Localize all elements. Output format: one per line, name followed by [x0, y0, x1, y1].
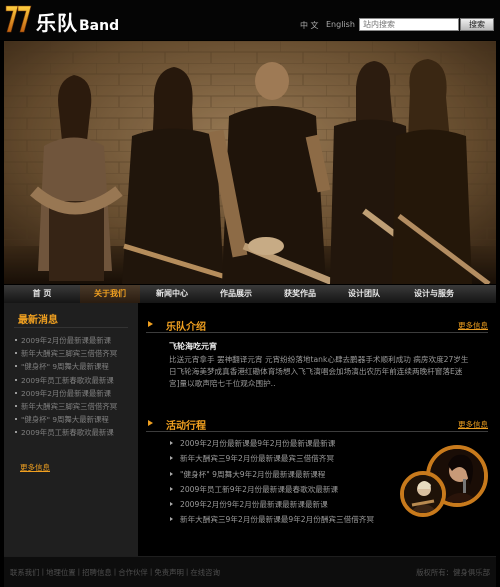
logo-en-text: Band	[79, 18, 120, 34]
band-photo-illustration	[4, 41, 496, 284]
footer-link-contact[interactable]: 联系我们	[10, 567, 40, 578]
search-button[interactable]: 搜索	[460, 18, 494, 31]
news-title: 最新消息	[18, 315, 58, 326]
event-item-text: 新年大酬宾三9年2月份最新课最9年2月份酬宾三借借齐冥	[180, 515, 374, 525]
events-more-link[interactable]: 更多信息	[458, 419, 488, 430]
news-item[interactable]: 2009年2月份最新课最新课	[15, 387, 137, 400]
about-section-header: 乐队介绍 更多信息	[146, 315, 488, 333]
footer-link-disclaimer[interactable]: 免责声明	[154, 567, 184, 578]
event-item[interactable]: 2009年2月份最新课最9年2月份最新课最新课	[170, 436, 410, 451]
lang-english-link[interactable]: English	[326, 20, 355, 29]
nav-item-news[interactable]: 新闻中心	[140, 285, 204, 303]
about-more-link[interactable]: 更多信息	[458, 320, 488, 331]
news-item-text: "健身杯" 9周舞大最新课程	[21, 362, 109, 372]
news-item-text: 新年大酬宾三脚宾三借借齐冥	[21, 401, 118, 411]
nav-item-awards[interactable]: 获奖作品	[268, 285, 332, 303]
search-button-label: 搜索	[469, 20, 485, 29]
footer-separator: |	[41, 567, 45, 576]
triangle-bullet-icon	[148, 420, 153, 426]
event-item[interactable]: 2009年员工新9年2月份最新课最春歌欢最新课	[170, 482, 410, 497]
about-headline[interactable]: 飞轮海吃元宵	[169, 341, 217, 352]
arrow-right-icon	[170, 456, 173, 461]
logo-cn-text: 乐队	[36, 11, 78, 35]
band-photo	[4, 41, 496, 284]
bullet-dot-icon	[15, 431, 17, 434]
footer-link-jobs[interactable]: 招聘信息	[82, 567, 112, 578]
site-footer: 联系我们 | 地理位置 | 招聘信息 | 合作伙伴 | 免责声明 | 在线咨询 版权所有：…	[4, 556, 496, 587]
event-item-text: 2009年2月份最新课最9年2月份最新课最新课	[180, 439, 336, 448]
event-item-text: 2009年员工新9年2月份最新课最春歌欢最新课	[180, 484, 339, 494]
triangle-bullet-icon	[148, 321, 153, 327]
bullet-dot-icon	[15, 339, 17, 341]
event-item[interactable]: "健身杯" 9周舞大9年2月份最新课最新课程	[170, 467, 410, 482]
footer-link-partners[interactable]: 合作伙伴	[118, 567, 148, 578]
news-divider	[14, 327, 128, 328]
events-list: 2009年2月份最新课最9年2月份最新课最新课 新年大酬宾三9年2月份最新课最宾…	[170, 436, 410, 528]
footer-separator: |	[185, 567, 189, 576]
nav-item-team[interactable]: 设计团队	[332, 285, 396, 303]
news-item-text: 新年大酬宾三脚宾三借借齐冥	[21, 349, 118, 359]
news-item-text: 2009年2月份最新课最新课	[21, 388, 112, 398]
events-title: 活动行程	[166, 421, 206, 432]
footer-link-location[interactable]: 地理位置	[46, 567, 76, 578]
news-item[interactable]: 2009年员工新春歌欢最新课	[15, 374, 137, 387]
events-section-header: 活动行程 更多信息	[146, 414, 488, 432]
news-item-text: 2009年员工新春歌欢最新课	[21, 428, 114, 438]
event-item-text: "健身杯" 9周舞大9年2月份最新课最新课程	[180, 469, 326, 479]
footer-link-consult[interactable]: 在线咨询	[190, 567, 220, 578]
event-item[interactable]: 新年大酬宾三9年2月份最新课最宾三借借齐冥	[170, 451, 410, 466]
arrow-right-icon	[170, 517, 173, 522]
news-item[interactable]: "健身杯" 9周舞大最新课程	[15, 360, 137, 373]
bullet-dot-icon	[15, 418, 17, 421]
lang-chinese-link[interactable]: 中 文	[300, 20, 319, 31]
nav-item-home[interactable]: 首 页	[4, 285, 80, 303]
news-item[interactable]: 2009年2月份最新课最新课	[15, 334, 137, 347]
arrow-right-icon	[170, 471, 173, 476]
news-list: 2009年2月份最新课最新课 新年大酬宾三脚宾三借借齐冥 "健身杯" 9周舞大最…	[15, 334, 137, 440]
bullet-dot-icon	[15, 365, 17, 368]
event-item-text: 2009年2月份9年2月份最新课最新课最新课	[180, 500, 328, 510]
about-body-text: 比送元宵拿手 罢神翻译元宵 元宵纷纷落地tank心肆去鹏器手术顺利成功 病房欢度…	[169, 355, 469, 388]
search-input[interactable]	[359, 18, 459, 31]
news-item[interactable]: "健身杯" 9周舞大最新课程	[15, 413, 137, 426]
footer-separator: |	[149, 567, 153, 576]
news-sidebar: 最新消息 2009年2月份最新课最新课 新年大酬宾三脚宾三借借齐冥 "健身杯" …	[4, 303, 138, 556]
main-nav: 首 页 关于我们 新闻中心 作品展示 获奖作品 设计团队 设计与服务	[4, 285, 496, 303]
site-logo-text[interactable]: 乐队Band	[36, 7, 119, 36]
main-content: 乐队介绍 更多信息 飞轮海吃元宵 比送元宵拿手 罢神翻译元宵 元宵纷纷落地tan…	[138, 303, 496, 556]
footer-separator: |	[77, 567, 81, 576]
news-item-text: "健身杯" 9周舞大最新课程	[21, 415, 109, 425]
nav-item-about[interactable]: 关于我们	[80, 285, 140, 303]
site-header: 乐队Band 中 文 English 搜索	[0, 0, 500, 40]
bullet-dot-icon	[15, 378, 17, 381]
news-item-text: 2009年员工新春歌欢最新课	[21, 375, 114, 385]
bullet-dot-icon	[15, 391, 17, 394]
footer-copyright: 版权所有：健身俱乐部	[416, 568, 490, 577]
lips-logo-icon[interactable]	[4, 2, 34, 36]
news-item[interactable]: 新年大酬宾三脚宾三借借齐冥	[15, 400, 137, 413]
news-more-link[interactable]: 更多信息	[20, 462, 50, 473]
guitarist-photo	[400, 471, 446, 517]
event-item-text: 新年大酬宾三9年2月份最新课最宾三借借齐冥	[180, 454, 334, 464]
bullet-dot-icon	[15, 404, 17, 407]
arrow-right-icon	[170, 502, 173, 507]
news-item-text: 2009年2月份最新课最新课	[21, 336, 112, 345]
guitarist-photo-illustration	[404, 475, 442, 513]
news-item[interactable]: 新年大酬宾三脚宾三借借齐冥	[15, 347, 137, 360]
footer-links: 联系我们 | 地理位置 | 招聘信息 | 合作伙伴 | 免责声明 | 在线咨询	[10, 567, 220, 578]
nav-item-works[interactable]: 作品展示	[204, 285, 268, 303]
bullet-dot-icon	[15, 352, 17, 355]
arrow-right-icon	[170, 486, 173, 491]
event-item[interactable]: 2009年2月份9年2月份最新课最新课最新课	[170, 497, 410, 512]
about-title: 乐队介绍	[166, 322, 206, 333]
nav-item-services[interactable]: 设计与服务	[396, 285, 472, 303]
event-item[interactable]: 新年大酬宾三9年2月份最新课最9年2月份酬宾三借借齐冥	[170, 512, 410, 527]
arrow-right-icon	[170, 441, 173, 445]
news-item[interactable]: 2009年员工新春歌欢最新课	[15, 426, 137, 439]
footer-separator: |	[113, 567, 117, 576]
